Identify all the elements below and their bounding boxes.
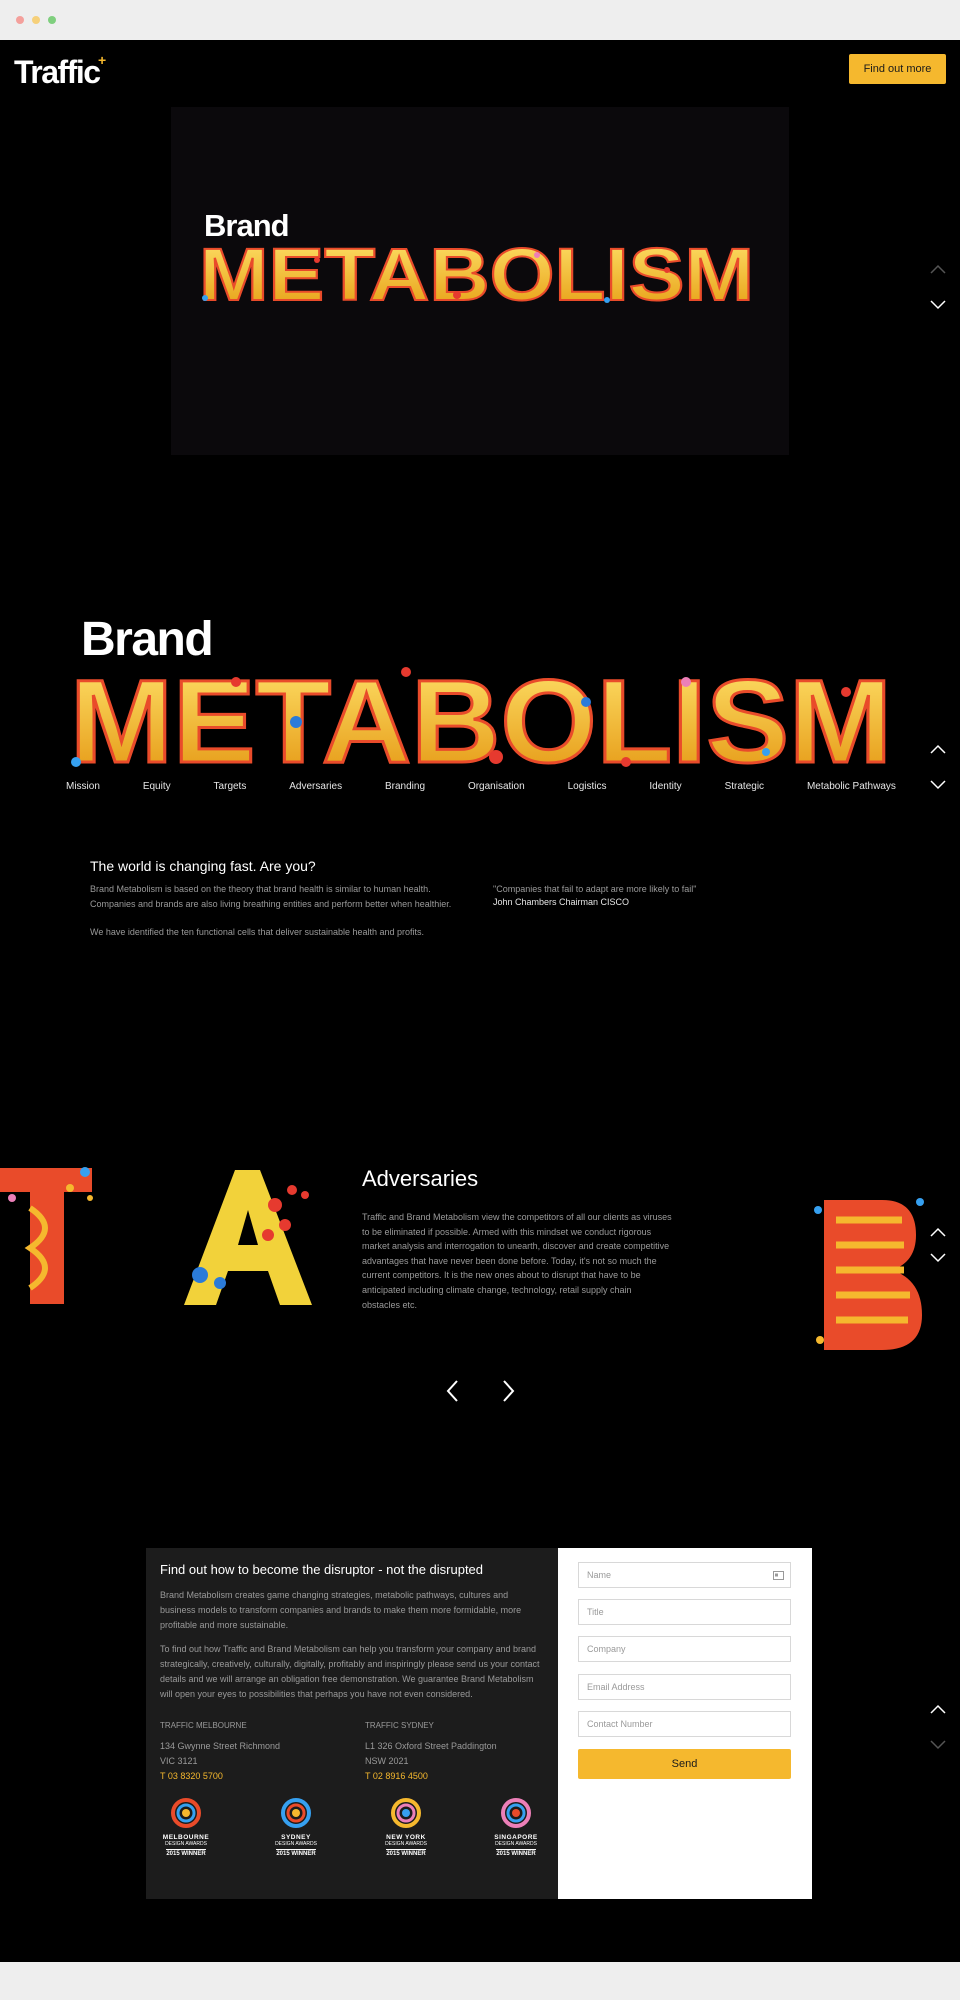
cell-link-targets[interactable]: Targets [214,781,247,792]
award-label: DESIGN AWARDS [165,1841,207,1847]
contact-card-icon [773,1571,784,1580]
office-address-line: L1 326 Oxford Street Paddington [365,1741,497,1751]
letter-b-illustration [814,1198,924,1350]
letter-t-illustration [0,1167,93,1304]
title-field[interactable]: Title [578,1599,791,1625]
hero-metabolism-wordmark: METABOLISM [198,240,755,310]
intro-quote: "Companies that fail to adapt are more l… [493,884,697,894]
carousel-prev-icon[interactable] [443,1378,463,1404]
name-placeholder: Name [587,1570,612,1580]
contact-paragraph-cta: To find out how Traffic and Brand Metabo… [160,1644,540,1699]
contact-form: Name Title Company Email Address Contact… [558,1548,812,1899]
overview-brand-title: Brand [81,613,214,666]
company-field[interactable]: Company [578,1636,791,1662]
award-city: SYDNEY [281,1834,311,1841]
award-label: DESIGN AWARDS [275,1841,317,1847]
office-melbourne: TRAFFIC MELBOURNE 134 Gwynne Street Rich… [160,1718,340,1784]
find-out-more-button[interactable]: Find out more [849,54,946,84]
award-year: 2015 WINNER [276,1849,316,1857]
chevron-down-icon[interactable] [928,774,948,794]
intro-heading: The world is changing fast. Are you? [90,858,316,874]
award-badge: MELBOURNE DESIGN AWARDS 2015 WINNER [156,1796,216,1857]
award-ring-icon [281,1798,311,1828]
cell-link-branding[interactable]: Branding [385,781,425,792]
cell-link-metabolic-pathways[interactable]: Metabolic Pathways [807,781,896,792]
cell-link-mission[interactable]: Mission [66,781,100,792]
award-label: DESIGN AWARDS [495,1841,537,1847]
awards-row: MELBOURNE DESIGN AWARDS 2015 WINNER SYDN… [156,1796,546,1857]
send-button[interactable]: Send [578,1749,791,1779]
award-badge: NEW YORK DESIGN AWARDS 2015 WINNER [376,1796,436,1857]
award-year: 2015 WINNER [386,1849,426,1857]
award-year: 2015 WINNER [496,1849,536,1857]
carousel-slide-text: Traffic and Brand Metabolism view the co… [362,1212,672,1310]
cell-link-logistics[interactable]: Logistics [568,781,607,792]
award-ring-icon [391,1798,421,1828]
chevron-down-icon[interactable] [928,1734,948,1754]
contact-paragraph: Brand Metabolism creates game changing s… [160,1590,522,1630]
minimize-window-dot[interactable] [32,16,40,24]
functional-cells-nav: Mission Equity Targets Adversaries Brand… [66,781,896,792]
hero-brand-title: Brand [204,208,290,243]
cell-link-identity[interactable]: Identity [649,781,681,792]
award-city: SINGAPORE [494,1834,538,1841]
office-phone-link[interactable]: T 03 8320 5700 [160,1769,340,1784]
award-year: 2015 WINNER [166,1849,206,1857]
award-ring-icon [171,1798,201,1828]
svg-text:METABOLISM: METABOLISM [199,240,754,310]
award-badge: SINGAPORE DESIGN AWARDS 2015 WINNER [486,1796,546,1857]
contact-number-field[interactable]: Contact Number [578,1711,791,1737]
office-name: TRAFFIC MELBOURNE [160,1721,247,1730]
office-address-line: VIC 3121 [160,1756,198,1766]
intro-paragraph-cells: We have identified the ten functional ce… [90,927,425,937]
cell-link-organisation[interactable]: Organisation [468,781,525,792]
intro-paragraph: Brand Metabolism is based on the theory … [90,884,452,909]
office-phone-link[interactable]: T 02 8916 4500 [365,1769,545,1784]
chevron-down-icon[interactable] [928,294,948,314]
intro-quote-author: John Chambers Chairman CISCO [493,897,630,907]
section-nav-3 [928,1223,948,1281]
contact-info-panel: Find out how to become the disruptor - n… [146,1548,558,1899]
carousel-next-icon[interactable] [498,1378,518,1404]
section-nav-2 [928,740,948,808]
section-nav-1 [928,260,948,328]
letter-a-illustration [184,1170,312,1305]
logo-plus-mark: + [98,52,107,68]
award-label: DESIGN AWARDS [385,1841,427,1847]
overview-metabolism-wordmark: METABOLISM [69,662,894,777]
browser-bottom-bar [0,1962,960,2000]
section-nav-4 [928,1700,948,1768]
award-city: MELBOURNE [162,1834,210,1841]
close-window-dot[interactable] [16,16,24,24]
office-address-line: 134 Gwynne Street Richmond [160,1741,281,1751]
award-ring-icon [501,1798,531,1828]
cell-link-strategic[interactable]: Strategic [725,781,764,792]
page: Traffic + Find out more Brand METABOLISM… [0,40,960,1962]
carousel-slide-title: Adversaries [362,1166,479,1191]
browser-chrome [0,0,960,40]
chevron-up-icon[interactable] [928,1700,948,1720]
maximize-window-dot[interactable] [48,16,56,24]
office-name: TRAFFIC SYDNEY [365,1721,434,1730]
svg-text:METABOLISM: METABOLISM [70,662,892,777]
chevron-up-icon[interactable] [928,740,948,760]
cell-link-equity[interactable]: Equity [143,781,171,792]
chevron-down-icon[interactable] [928,1247,948,1267]
office-sydney: TRAFFIC SYDNEY L1 326 Oxford Street Padd… [365,1718,545,1784]
chevron-up-icon[interactable] [928,1223,948,1243]
email-field[interactable]: Email Address [578,1674,791,1700]
name-field[interactable]: Name [578,1562,791,1588]
award-badge: SYDNEY DESIGN AWARDS 2015 WINNER [266,1796,326,1857]
hero-banner: Brand METABOLISM [171,107,789,455]
contact-heading: Find out how to become the disruptor - n… [160,1562,484,1577]
office-address-line: NSW 2021 [365,1756,409,1766]
award-city: NEW YORK [386,1834,426,1841]
cell-link-adversaries[interactable]: Adversaries [289,781,342,792]
traffic-logo[interactable]: Traffic [14,54,101,91]
chevron-up-icon[interactable] [928,260,948,280]
